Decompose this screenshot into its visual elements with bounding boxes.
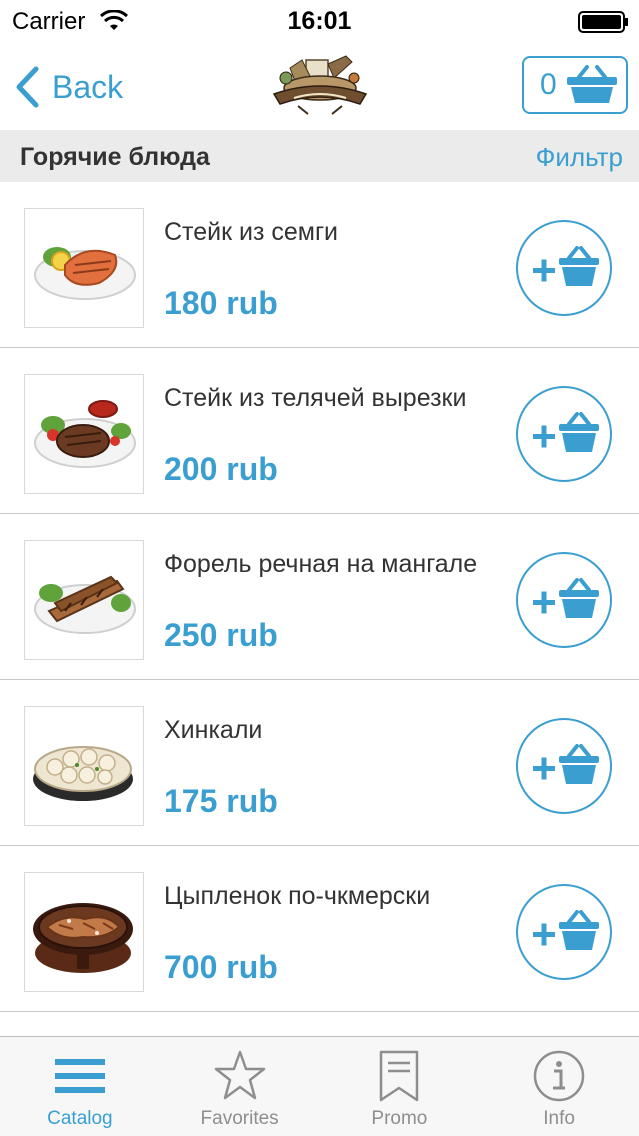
- dish-image: [24, 706, 144, 826]
- dish-name: Форель речная на мангале: [164, 550, 478, 578]
- add-to-basket-icon: [533, 910, 599, 950]
- chevron-left-icon: [16, 66, 39, 108]
- dish-name: Стейк из телячей вырезки: [164, 384, 467, 412]
- tab-promo[interactable]: Promo: [320, 1037, 480, 1136]
- tab-label: Catalog: [47, 1108, 113, 1129]
- dish-name: Стейк из семги: [164, 218, 339, 246]
- section-title: Горячие блюда: [20, 143, 210, 171]
- cart-count: 0: [540, 68, 557, 101]
- dish-price: 700 rub: [164, 949, 278, 985]
- section-header: Горячие блюда Фильтр: [0, 130, 639, 182]
- tab-label: Favorites: [200, 1108, 279, 1129]
- add-to-cart-button[interactable]: [516, 552, 612, 648]
- add-to-basket-icon: [533, 744, 599, 784]
- list-item[interactable]: Цыпленок по-чкмерски 700 rub: [0, 846, 639, 1012]
- battery-icon: [578, 11, 628, 33]
- dish-price: 200 rub: [164, 451, 278, 487]
- tab-label: Info: [543, 1108, 575, 1129]
- add-to-basket-icon: [533, 578, 599, 618]
- list-item[interactable]: Стейк из семги 180 rub: [0, 182, 639, 348]
- dish-price: 175 rub: [164, 783, 278, 819]
- dish-image: [24, 872, 144, 992]
- tab-catalog[interactable]: Catalog: [0, 1037, 160, 1136]
- tab-label: Promo: [371, 1108, 428, 1129]
- add-to-cart-button[interactable]: [516, 718, 612, 814]
- add-to-cart-button[interactable]: [516, 220, 612, 316]
- basket-icon: [566, 65, 617, 103]
- add-to-cart-button[interactable]: [516, 386, 612, 482]
- add-to-basket-icon: [533, 412, 599, 452]
- list-item[interactable]: Хинкали 175 rub: [0, 680, 639, 846]
- dish-image: [24, 208, 144, 328]
- dish-image: [24, 540, 144, 660]
- dish-image: [24, 374, 144, 494]
- dish-name: Цыпленок по-чкмерски: [164, 882, 431, 910]
- info-icon: [533, 1050, 585, 1102]
- status-time: 16:01: [287, 7, 352, 35]
- navigation-bar: Back 0: [0, 42, 639, 130]
- star-icon: [214, 1050, 265, 1100]
- cart-button[interactable]: 0: [522, 56, 628, 114]
- menu-list: Стейк из семги 180 rub Стейк из телячей …: [0, 182, 639, 1012]
- dish-name: Хинкали: [164, 716, 263, 744]
- dish-price: 250 rub: [164, 617, 278, 653]
- back-label: Back: [52, 68, 124, 105]
- bookmark-icon: [380, 1050, 419, 1102]
- add-to-cart-button[interactable]: [516, 884, 612, 980]
- tab-favorites[interactable]: Favorites: [160, 1037, 320, 1136]
- tab-bar: Catalog Favorites Promo Info: [0, 1036, 639, 1136]
- back-button[interactable]: Back: [14, 64, 123, 110]
- add-to-basket-icon: [533, 246, 599, 286]
- tab-info[interactable]: Info: [479, 1037, 639, 1136]
- list-item[interactable]: Форель речная на мангале 250 rub: [0, 514, 639, 680]
- list-item[interactable]: Стейк из телячей вырезки 200 rub: [0, 348, 639, 514]
- status-bar: Carrier 16:01: [0, 0, 639, 42]
- dish-price: 180 rub: [164, 285, 278, 321]
- menu-icon: [54, 1059, 105, 1093]
- cafe-logo: [272, 55, 368, 115]
- filter-button[interactable]: Фильтр: [536, 142, 623, 173]
